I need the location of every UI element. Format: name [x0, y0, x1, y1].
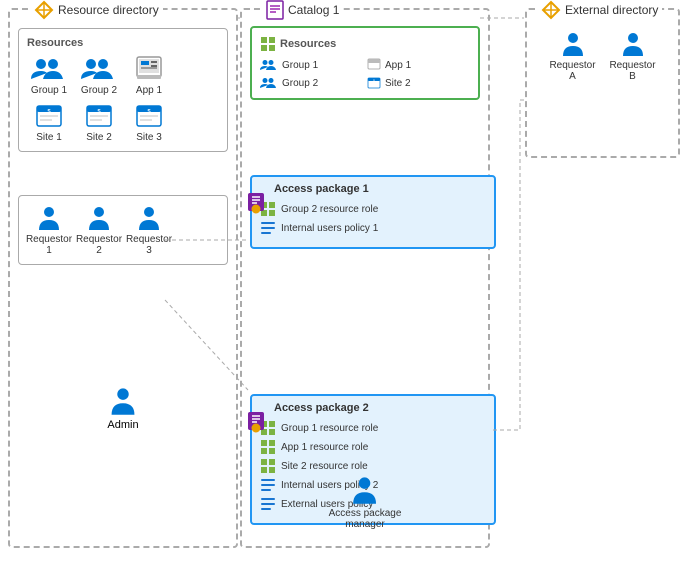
group1-item: Group 1 [27, 55, 71, 96]
admin-section: Admin [107, 385, 139, 431]
cat-app1-icon [367, 58, 381, 72]
external-directory-title: External directory [537, 0, 662, 20]
site1-item: S Site 1 [27, 102, 71, 143]
cat-app1: App 1 [367, 58, 470, 72]
cat-site2: S Site 2 [367, 76, 470, 90]
external-people: Requestor A Requestor B [527, 10, 678, 82]
catalog-resources-header: Resources [260, 36, 470, 52]
catalog-resources-icon [260, 36, 276, 52]
requestor1-item: Requestor 1 [27, 204, 71, 256]
cat-group2: Group 2 [260, 76, 363, 90]
ap1-policy1: Internal users policy 1 [260, 220, 486, 236]
resources-label: Resources [27, 37, 219, 49]
site3-item: S Site 3 [127, 102, 171, 143]
admin-icon [107, 385, 139, 417]
catalog-title: Catalog 1 [262, 0, 343, 20]
ap2-role1: Group 1 resource role [260, 420, 486, 436]
apm-section: Access packagemanager [329, 474, 402, 530]
requestor2-icon [85, 204, 113, 232]
cat-site2-icon: S [367, 76, 381, 90]
requestors-grid: Requestor 1 Requestor 2 Reques [27, 204, 219, 256]
ap2-ribbon-icon [248, 412, 264, 434]
group1-icon [31, 55, 67, 83]
resources-section: Resources Group 1 [18, 28, 228, 152]
access-package-1: Access package 1 Group 2 resource role [250, 175, 496, 249]
resource-directory-box: Resource directory Resources Group 1 [8, 8, 238, 548]
requestors-section: Requestor 1 Requestor 2 Reques [18, 195, 228, 265]
ap1-role1: Group 2 resource role [260, 201, 486, 217]
requestorB-icon [619, 30, 647, 58]
requestor3-icon [135, 204, 163, 232]
ap2-role3: Site 2 resource role [260, 458, 486, 474]
requestor3-item: Requestor 3 [127, 204, 171, 256]
ap1-policy1-icon [260, 220, 276, 236]
requestor2-item: Requestor 2 [77, 204, 121, 256]
resource-dir-icon [34, 0, 54, 20]
ap2-policy2-icon [260, 496, 276, 512]
apm-icon [349, 474, 381, 506]
ap2-role2-icon [260, 439, 276, 455]
cat-group2-icon [260, 76, 278, 90]
requestorB-item: Requestor B [611, 30, 655, 82]
catalog-resources-grid: Group 1 App 1 [260, 58, 470, 90]
site2-icon: S [85, 102, 113, 130]
ap1-ribbon-icon [248, 193, 264, 215]
catalog-resources-box: Resources Group 1 [250, 26, 480, 100]
ap1-header: Access package 1 [260, 183, 486, 195]
requestorA-item: Requestor A [551, 30, 595, 82]
cat-group1: Group 1 [260, 58, 363, 72]
app1-icon [135, 55, 163, 83]
ap2-role3-icon [260, 458, 276, 474]
apm-label: Access packagemanager [329, 508, 402, 530]
ap2-policy1-icon [260, 477, 276, 493]
requestorA-icon [559, 30, 587, 58]
external-dir-icon [541, 0, 561, 20]
catalog-box: Catalog 1 Resources [240, 8, 490, 548]
resources-grid: Group 1 Group 2 [27, 55, 219, 143]
group2-icon [81, 55, 117, 83]
diagram: Resource directory Resources Group 1 [0, 0, 684, 581]
ap2-header: Access package 2 [260, 402, 486, 414]
group2-item: Group 2 [77, 55, 121, 96]
cat-group1-icon [260, 58, 278, 72]
external-directory-box: External directory Requestor A Requestor… [525, 8, 680, 158]
resource-directory-title: Resource directory [30, 0, 163, 20]
requestor1-icon [35, 204, 63, 232]
catalog-icon [266, 0, 284, 20]
site2-item: S Site 2 [77, 102, 121, 143]
site3-icon: S [135, 102, 163, 130]
site1-icon: S [35, 102, 63, 130]
ap2-role2: App 1 resource role [260, 439, 486, 455]
app1-item: App 1 [127, 55, 171, 96]
